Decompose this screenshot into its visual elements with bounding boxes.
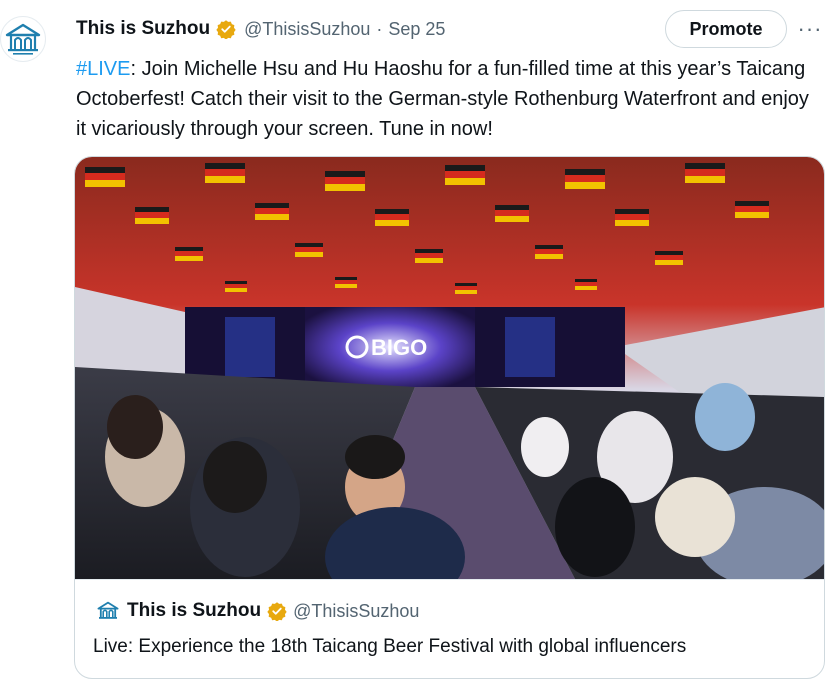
card-author-handle: @ThisisSuzhou <box>293 600 420 621</box>
author-avatar[interactable] <box>0 16 46 62</box>
card-footer[interactable]: This is Suzhou @ThisisSuzhou Live: Exper… <box>75 579 824 678</box>
suzhou-logo-small-icon <box>95 598 121 624</box>
more-options-icon[interactable]: ··· <box>797 12 823 46</box>
verified-badge-icon <box>216 19 236 39</box>
author-handle[interactable]: @ThisisSuzhou <box>244 19 370 40</box>
card-title: Live: Experience the 18th Taicang Beer F… <box>93 636 687 657</box>
promote-button[interactable]: Promote <box>665 10 787 48</box>
card-verified-badge-icon <box>267 601 287 621</box>
tweet-date[interactable]: Sep 25 <box>388 19 445 40</box>
card-image[interactable]: BIGO <box>75 157 824 579</box>
suzhou-logo-icon <box>5 23 41 55</box>
card-source: This is Suzhou @ThisisSuzhou <box>95 598 419 624</box>
author-name[interactable]: This is Suzhou <box>76 18 210 40</box>
tweet-text: #LIVE: Join Michelle Hsu and Hu Haoshu f… <box>76 54 821 144</box>
tweet-body: : Join Michelle Hsu and Hu Haoshu for a … <box>76 58 809 140</box>
festival-tent-photo: BIGO <box>75 157 824 579</box>
stage-logo-text: BIGO <box>371 335 427 360</box>
hashtag-link[interactable]: #LIVE <box>76 58 130 80</box>
link-card[interactable]: BIGO This is Suzhou @ThisisSuzhou Live: … <box>74 156 825 679</box>
card-author-name: This is Suzhou <box>127 600 262 621</box>
separator-dot: · <box>376 18 383 39</box>
